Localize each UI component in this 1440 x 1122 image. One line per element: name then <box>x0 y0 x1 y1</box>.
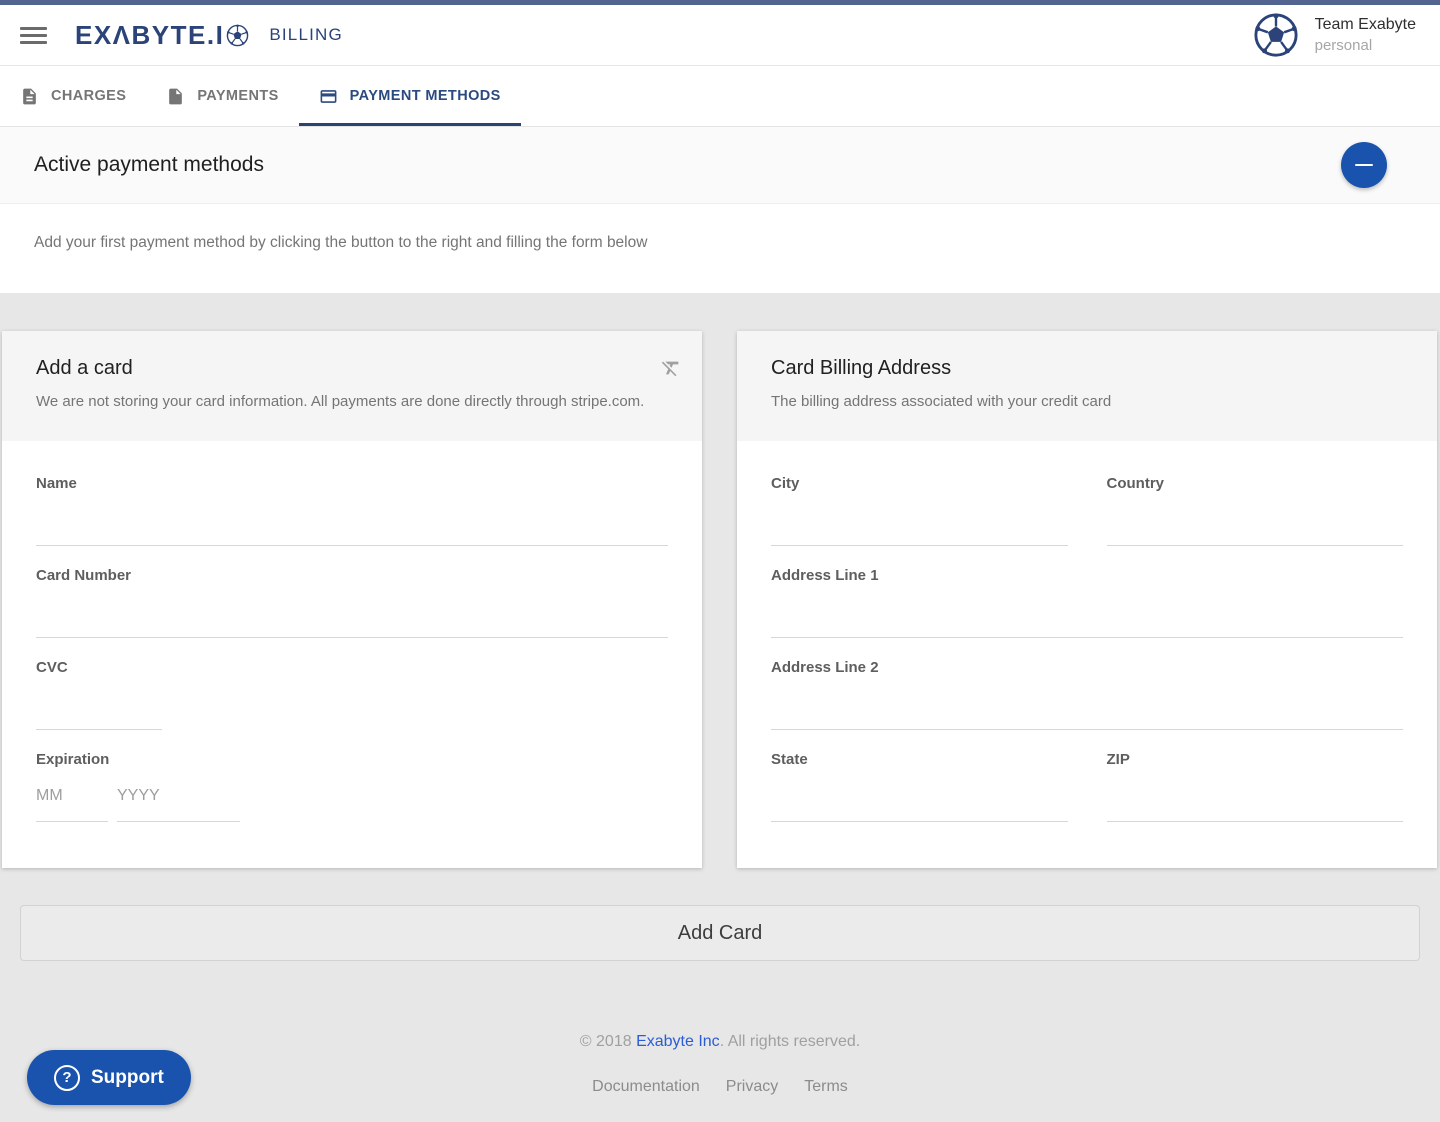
billing-tabs: CHARGES PAYMENTS PAYMENT METHODS <box>0 66 1440 127</box>
team-name: Team Exabyte <box>1315 16 1416 34</box>
name-input[interactable]: Name <box>36 475 668 546</box>
zip-input[interactable]: ZIP <box>1107 751 1404 822</box>
address-line-1-underline <box>771 637 1403 638</box>
copyright: © 2018 Exabyte Inc. All rights reserved. <box>0 1033 1440 1051</box>
minus-icon <box>1355 164 1373 167</box>
tab-charges-label: CHARGES <box>51 88 126 104</box>
card-number-underline <box>36 637 668 638</box>
footer-link-privacy[interactable]: Privacy <box>726 1078 778 1096</box>
add-card-title: Add a card <box>36 357 668 380</box>
yyyy-underline <box>117 821 240 822</box>
soccer-ball-icon <box>226 24 249 47</box>
empty-state-hint: Add your first payment method by clickin… <box>0 204 1440 293</box>
team-type: personal <box>1315 37 1416 54</box>
card-number-input[interactable]: Card Number <box>36 567 668 638</box>
country-label: Country <box>1107 475 1404 493</box>
active-payment-methods-header: Active payment methods <box>0 127 1440 204</box>
cvc-input[interactable]: CVC <box>36 659 668 730</box>
footer-links: Documentation Privacy Terms <box>592 1078 848 1096</box>
app-header: EXΛBYTE.I BILLING Team Exabyte personal <box>0 5 1440 66</box>
support-button[interactable]: ? Support <box>27 1050 191 1105</box>
state-label: State <box>771 751 1068 769</box>
mm-placeholder: MM <box>36 787 108 807</box>
address-line-2-label: Address Line 2 <box>771 659 1403 677</box>
menu-icon[interactable] <box>20 27 47 44</box>
account-switcher[interactable]: Team Exabyte personal <box>1253 12 1416 58</box>
section-title: Active payment methods <box>34 153 264 177</box>
expiration-year-input[interactable]: YYYY <box>117 787 240 822</box>
address-line-1-label: Address Line 1 <box>771 567 1403 585</box>
address-line-2-input[interactable]: Address Line 2 <box>771 659 1403 730</box>
country-underline <box>1107 545 1404 546</box>
logo-text: EXΛBYTE.I <box>75 20 224 51</box>
billing-address-title: Card Billing Address <box>771 357 1403 380</box>
page-footer: © 2018 Exabyte Inc. All rights reserved.… <box>0 1033 1440 1096</box>
name-label: Name <box>36 475 668 493</box>
tab-payments[interactable]: PAYMENTS <box>146 66 298 126</box>
name-underline <box>36 545 668 546</box>
tab-payments-label: PAYMENTS <box>197 88 278 104</box>
add-card-button-label: Add Card <box>678 922 763 945</box>
format-clear-icon[interactable] <box>660 357 682 379</box>
city-underline <box>771 545 1068 546</box>
tab-charges[interactable]: CHARGES <box>0 66 146 126</box>
address-line-2-underline <box>771 729 1403 730</box>
add-card-subtitle: We are not storing your card information… <box>36 393 668 410</box>
add-card-button[interactable]: Add Card <box>20 905 1420 961</box>
payment-form-area: Add a card We are not storing your card … <box>0 293 1440 1096</box>
country-input[interactable]: Country <box>1107 475 1404 546</box>
add-card-panel: Add a card We are not storing your card … <box>2 331 702 868</box>
card-number-label: Card Number <box>36 567 668 585</box>
cvc-underline <box>36 729 162 730</box>
expiration-field: Expiration MM YYYY <box>36 751 668 822</box>
city-label: City <box>771 475 1068 493</box>
page-title: BILLING <box>269 25 343 45</box>
zip-underline <box>1107 821 1404 822</box>
tab-payment-methods-label: PAYMENT METHODS <box>350 88 501 104</box>
document-lines-icon <box>20 87 39 106</box>
expiration-label: Expiration <box>36 751 668 769</box>
question-circle-icon: ? <box>54 1065 80 1091</box>
footer-link-terms[interactable]: Terms <box>804 1078 848 1096</box>
credit-card-icon <box>319 87 338 106</box>
state-underline <box>771 821 1068 822</box>
address-line-1-input[interactable]: Address Line 1 <box>771 567 1403 638</box>
team-avatar-soccer-ball-icon <box>1253 12 1299 58</box>
cvc-label: CVC <box>36 659 668 677</box>
footer-link-documentation[interactable]: Documentation <box>592 1078 700 1096</box>
file-icon <box>166 87 185 106</box>
support-button-label: Support <box>91 1067 164 1089</box>
tab-payment-methods[interactable]: PAYMENT METHODS <box>299 66 521 126</box>
state-input[interactable]: State <box>771 751 1068 822</box>
zip-label: ZIP <box>1107 751 1404 769</box>
expiration-month-input[interactable]: MM <box>36 787 108 822</box>
yyyy-placeholder: YYYY <box>117 787 240 807</box>
empty-state-text: Add your first payment method by clickin… <box>34 234 1406 252</box>
city-input[interactable]: City <box>771 475 1068 546</box>
billing-address-subtitle: The billing address associated with your… <box>771 393 1403 410</box>
mm-underline <box>36 821 108 822</box>
billing-address-panel: Card Billing Address The billing address… <box>737 331 1437 868</box>
company-link[interactable]: Exabyte Inc <box>636 1033 720 1050</box>
exabyte-logo[interactable]: EXΛBYTE.I <box>75 20 249 51</box>
collapse-add-form-button[interactable] <box>1341 142 1387 188</box>
